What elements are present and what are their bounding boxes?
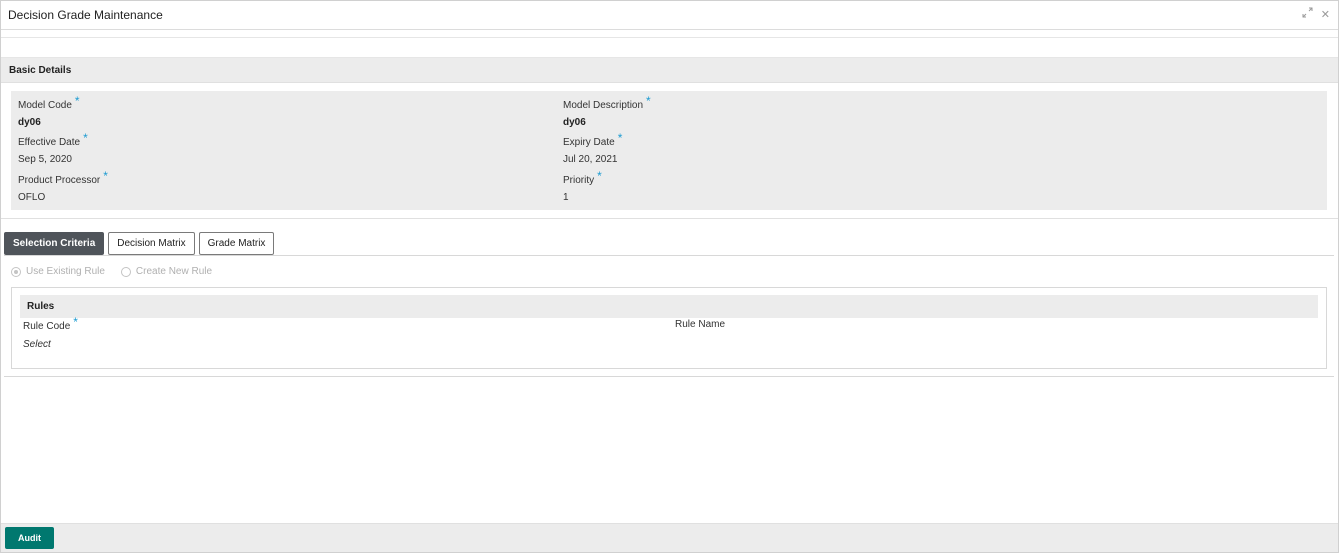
model-code-value: dy06 <box>18 117 41 128</box>
toolbar-strip <box>1 37 1338 58</box>
tab-grade-matrix[interactable]: Grade Matrix <box>198 232 275 255</box>
rule-code-field: Rule Code * Select <box>23 315 78 350</box>
priority-label: Priority <box>563 175 595 186</box>
radio-selected-icon <box>11 266 21 277</box>
required-marker: * <box>83 131 88 145</box>
required-marker: * <box>597 169 602 183</box>
priority-field: Priority * 1 <box>563 169 602 203</box>
expiry-date-value: Jul 20, 2021 <box>563 154 618 165</box>
priority-value: 1 <box>563 192 569 203</box>
use-existing-rule-label: Use Existing Rule <box>26 266 105 277</box>
expiry-date-field: Expiry Date * Jul 20, 2021 <box>563 131 623 165</box>
rule-code-select[interactable]: Select <box>23 339 78 350</box>
product-processor-field: Product Processor * OFLO <box>18 169 108 203</box>
basic-details-header: Basic Details <box>1 58 1338 83</box>
collapse-arrows-icon[interactable] <box>1302 7 1313 22</box>
window-controls: ✕ <box>1302 7 1330 22</box>
required-marker: * <box>74 94 80 108</box>
required-marker: * <box>617 131 623 145</box>
effective-date-field: Effective Date * Sep 5, 2020 <box>18 131 88 165</box>
close-icon[interactable]: ✕ <box>1321 8 1330 22</box>
radio-unselected-icon <box>120 266 131 277</box>
rules-section: Rules Rule Code * Select Rule Name <box>11 287 1327 369</box>
audit-button[interactable]: Audit <box>5 527 54 549</box>
required-marker: * <box>103 169 108 183</box>
tab-bar: Selection Criteria Decision Matrix Grade… <box>4 232 275 255</box>
rule-name-field: Rule Name <box>675 318 725 330</box>
model-description-label: Model Description <box>563 100 644 111</box>
expiry-date-label: Expiry Date <box>563 137 615 148</box>
tab-selection-criteria[interactable]: Selection Criteria <box>4 232 105 255</box>
model-code-field: Model Code * dy06 <box>18 94 80 128</box>
title-bar: Decision Grade Maintenance <box>1 1 1338 30</box>
required-marker: * <box>73 315 78 329</box>
use-existing-rule-radio[interactable]: Use Existing Rule <box>11 266 105 277</box>
tab-decision-matrix[interactable]: Decision Matrix <box>108 232 195 255</box>
product-processor-label: Product Processor <box>18 175 101 186</box>
model-description-field: Model Description * dy06 <box>563 94 651 128</box>
rule-name-label: Rule Name <box>675 319 726 330</box>
section-divider <box>1 218 1338 219</box>
product-processor-value: OFLO <box>18 192 46 203</box>
rules-header: Rules <box>20 295 1318 318</box>
basic-details-heading: Basic Details <box>9 64 72 76</box>
basic-details-panel: Model Code * dy06 Model Description * dy06… <box>11 91 1327 210</box>
rules-heading: Rules <box>27 301 55 312</box>
required-marker: * <box>646 94 651 108</box>
create-new-rule-radio[interactable]: Create New Rule <box>120 266 213 277</box>
footer-bar: Audit <box>1 523 1338 552</box>
window-title: Decision Grade Maintenance <box>8 8 163 22</box>
model-code-label: Model Code <box>18 100 72 111</box>
rule-option-group: Use Existing Rule Create New Rule <box>11 266 212 277</box>
rule-code-label: Rule Code <box>23 321 71 332</box>
create-new-rule-label: Create New Rule <box>135 266 213 277</box>
effective-date-label: Effective Date <box>18 137 81 148</box>
decision-grade-window: Decision Grade Maintenance ✕ Basic Detai… <box>0 0 1339 553</box>
model-description-value: dy06 <box>563 117 586 128</box>
effective-date-value: Sep 5, 2020 <box>18 154 72 165</box>
